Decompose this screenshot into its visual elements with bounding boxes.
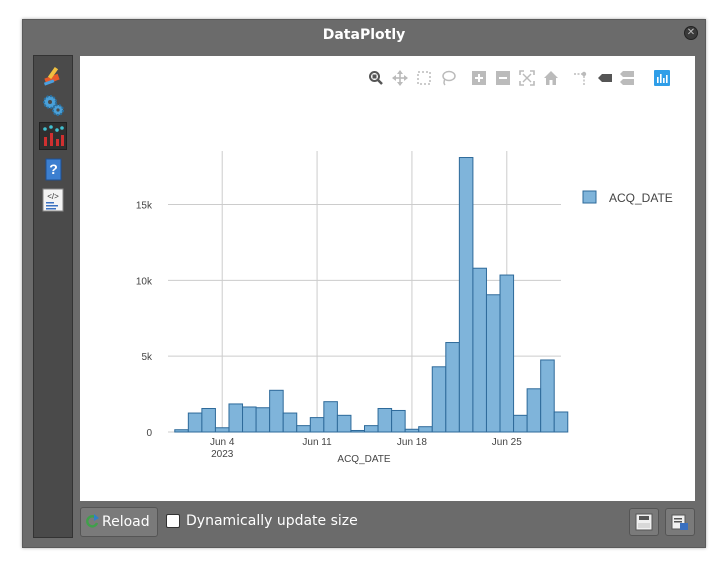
bar[interactable]	[553, 411, 569, 433]
export-html-icon	[671, 514, 688, 530]
y-axis-ticks: 0 5k 10k 15k	[136, 201, 153, 439]
x-tick-label: Jun 25	[492, 437, 522, 448]
bar[interactable]	[391, 409, 406, 433]
bar[interactable]	[526, 388, 542, 433]
y-tick-label: 5k	[141, 352, 153, 363]
bar[interactable]	[445, 342, 460, 433]
bar[interactable]	[323, 401, 338, 433]
bar[interactable]	[174, 429, 189, 433]
dynamic-update-label[interactable]: Dynamically update size	[186, 513, 358, 529]
dynamic-update-checkbox[interactable]	[166, 514, 180, 528]
bar[interactable]	[228, 403, 244, 433]
svg-text:</>: </>	[47, 192, 59, 201]
bar[interactable]	[377, 407, 393, 433]
legend-item-acq-date[interactable]: ACQ_DATE	[609, 191, 673, 205]
dataplotly-window: DataPlotly ✕ ? </> 0 5k 10k 15k Jun 4 20…	[22, 19, 706, 548]
x-year-label: 2023	[211, 449, 234, 460]
bar[interactable]	[404, 428, 420, 433]
bar[interactable]	[418, 426, 433, 433]
title-bar[interactable]: DataPlotly ✕	[23, 20, 705, 50]
y-tick-label: 10k	[136, 276, 153, 287]
help-icon: ?	[45, 158, 62, 181]
close-icon[interactable]: ✕	[684, 26, 698, 40]
save-plot-icon	[635, 513, 653, 531]
bar[interactable]	[513, 414, 528, 433]
bar-series[interactable]	[174, 157, 569, 433]
x-axis-title: ACQ_DATE	[337, 454, 390, 465]
bar[interactable]	[458, 157, 474, 433]
bar[interactable]	[187, 412, 203, 433]
bar[interactable]	[364, 425, 379, 433]
sidebar: ? </>	[33, 55, 73, 538]
bar[interactable]	[255, 407, 271, 433]
bar[interactable]	[296, 425, 311, 433]
paintbrush-icon	[43, 66, 60, 86]
bottom-bar: Reload Dynamically update size	[80, 507, 695, 537]
save-plot-button[interactable]	[629, 508, 659, 536]
bar[interactable]	[350, 429, 365, 433]
sidebar-item-plot[interactable]	[39, 122, 67, 150]
refresh-icon	[86, 514, 99, 528]
reload-label: Reload	[102, 514, 150, 530]
bar[interactable]	[540, 359, 555, 433]
legend-swatch[interactable]	[582, 190, 597, 204]
reload-button[interactable]: Reload	[80, 507, 158, 537]
y-tick-label: 15k	[136, 201, 153, 212]
legend[interactable]: ACQ_DATE	[582, 190, 673, 205]
bar[interactable]	[201, 407, 216, 433]
plot-area[interactable]: 0 5k 10k 15k Jun 4 2023 Jun 11 Jun 18 Jun 25 AC…	[80, 56, 695, 501]
bar[interactable]	[431, 366, 447, 433]
bar[interactable]	[282, 412, 298, 433]
svg-text:?: ?	[49, 161, 58, 177]
bar[interactable]	[499, 274, 515, 433]
sidebar-item-properties[interactable]	[40, 63, 66, 89]
bar[interactable]	[336, 414, 352, 433]
sidebar-item-help[interactable]: ?	[40, 157, 66, 183]
x-tick-label: Jun 11	[302, 437, 332, 448]
bar[interactable]	[242, 406, 257, 433]
bar[interactable]	[309, 417, 325, 433]
bar[interactable]	[214, 427, 230, 433]
bar-chart[interactable]: 0 5k 10k 15k Jun 42023 Jun 11 Jun 18 Jun 25 AC…	[80, 56, 695, 501]
bar[interactable]	[269, 389, 284, 433]
bar[interactable]	[472, 267, 487, 433]
y-tick-label: 0	[146, 428, 152, 439]
export-html-button[interactable]	[665, 508, 695, 536]
chart-icon	[43, 125, 64, 146]
window-title: DataPlotly	[322, 27, 406, 43]
bar[interactable]	[485, 294, 501, 433]
gears-icon	[43, 95, 64, 116]
sidebar-item-code[interactable]: </>	[40, 187, 66, 213]
x-tick-label: Jun 18	[397, 437, 427, 448]
code-icon: </>	[42, 188, 64, 212]
x-tick-label: Jun 4	[210, 437, 235, 448]
sidebar-item-settings[interactable]	[40, 92, 66, 118]
